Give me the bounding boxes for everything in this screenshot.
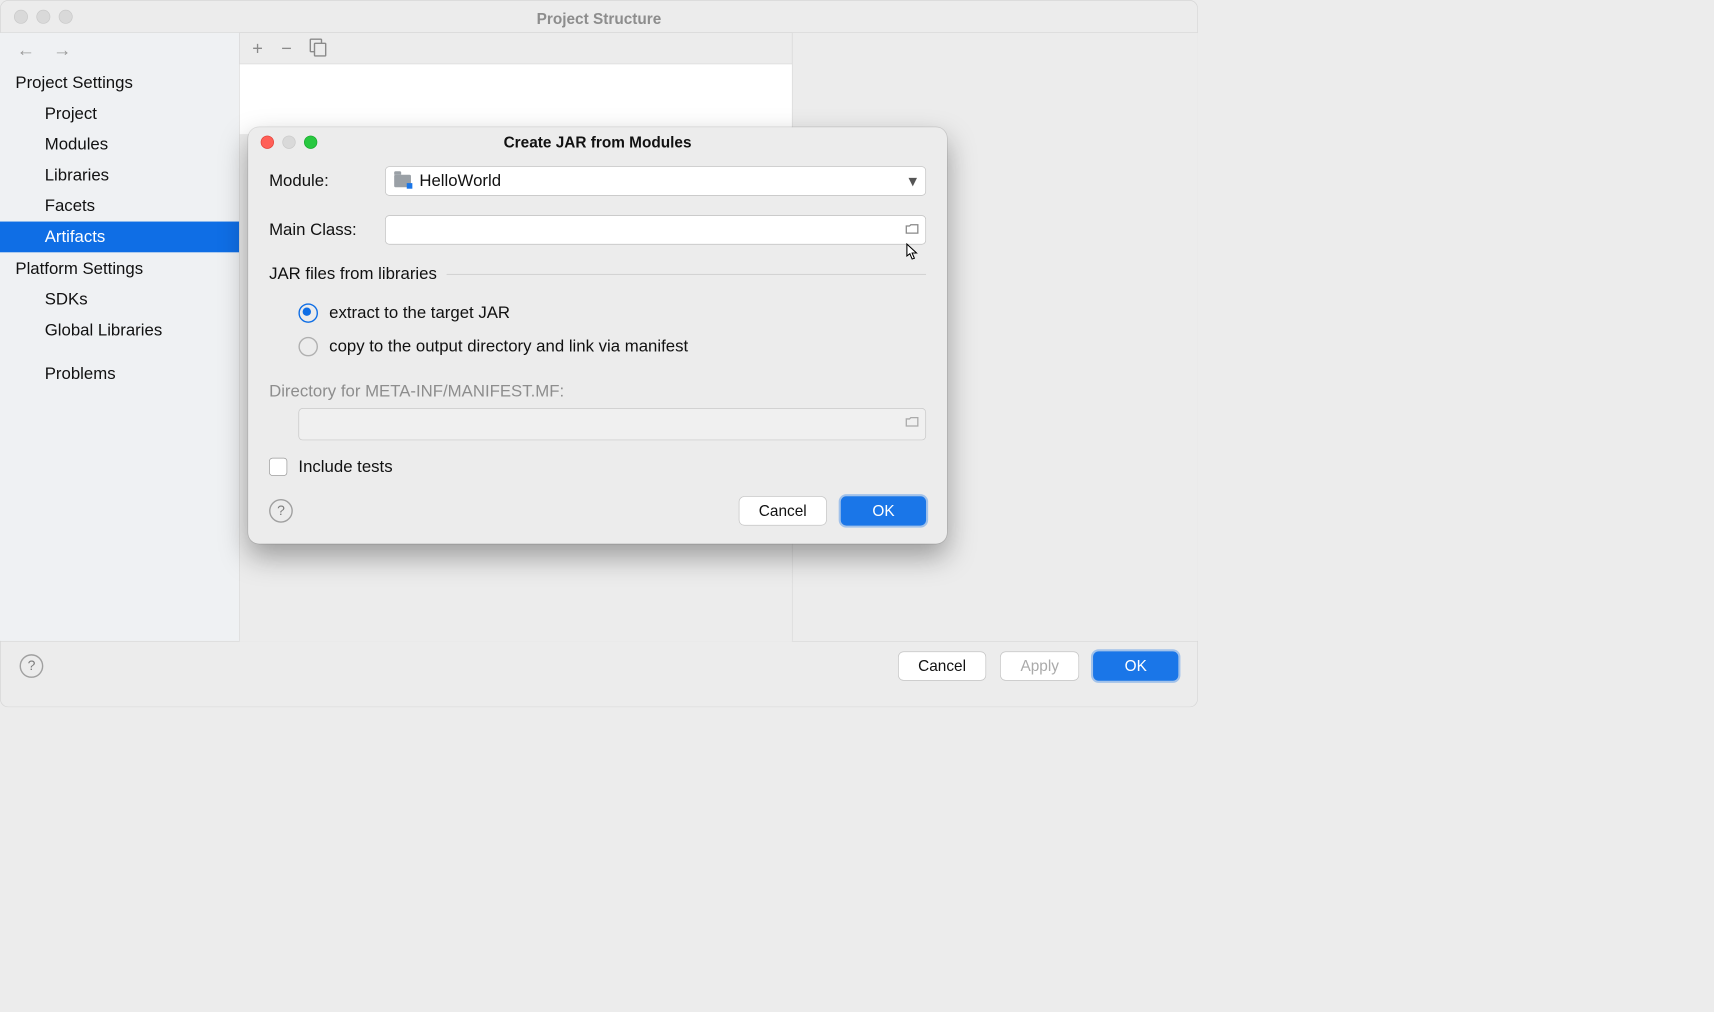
sidebar-group-project-settings: Project Settings [0,66,239,98]
close-icon[interactable] [14,10,28,24]
window-footer: ? Cancel Apply OK [0,642,1198,691]
window-title: Project Structure [0,4,1198,28]
radio-extract[interactable]: extract to the target JAR [269,296,926,330]
radio-label: extract to the target JAR [329,303,510,323]
sidebar-item-project[interactable]: Project [0,99,239,130]
project-structure-window: Project Structure ← → Project Settings P… [0,0,1198,707]
dialog-title: Create JAR from Modules [248,133,947,151]
main-class-label: Main Class: [269,220,385,240]
sidebar-item-artifacts[interactable]: Artifacts [0,222,239,253]
dialog-footer: ? Cancel OK [248,477,947,530]
include-tests-row[interactable]: Include tests [269,457,926,477]
forward-icon[interactable]: → [53,43,71,57]
add-icon[interactable]: + [252,37,263,59]
artifacts-toolbar: + − [240,33,792,64]
dialog-body: Module: HelloWorld ▾ Main Class: JAR fil… [248,158,947,477]
sidebar-item-sdks[interactable]: SDKs [0,284,239,315]
manifest-dir-label: Directory for META-INF/MANIFEST.MF: [269,382,926,402]
ok-button[interactable]: OK [1093,651,1178,680]
section-rule [447,274,926,275]
window-titlebar: Project Structure [0,0,1198,32]
manifest-dir-input [298,408,926,440]
close-icon[interactable] [261,136,274,149]
module-combobox[interactable]: HelloWorld ▾ [385,166,926,195]
sidebar-item-facets[interactable]: Facets [0,191,239,222]
artifacts-list [240,64,792,134]
sidebar-item-libraries[interactable]: Libraries [0,160,239,191]
sidebar-nav: ← → [0,37,239,66]
sidebar-group-platform-settings: Platform Settings [0,252,239,284]
copy-icon[interactable] [310,41,323,55]
minimize-icon [282,136,295,149]
browse-main-class-icon[interactable] [904,222,919,242]
jar-libraries-section: JAR files from libraries [269,264,926,284]
radio-label: copy to the output directory and link vi… [329,337,688,357]
main-class-row: Main Class: [269,215,926,244]
main-class-input[interactable] [385,215,926,244]
sidebar-item-problems[interactable]: Problems [0,359,239,390]
radio-icon [298,303,318,323]
create-jar-dialog: Create JAR from Modules Module: HelloWor… [248,127,947,544]
remove-icon[interactable]: − [281,37,292,59]
cancel-button[interactable]: Cancel [898,651,986,680]
browse-dir-icon[interactable] [904,414,919,433]
section-label: JAR files from libraries [269,264,437,284]
module-icon [394,175,411,188]
module-value: HelloWorld [419,171,501,191]
dialog-ok-button[interactable]: OK [841,496,926,525]
module-row: Module: HelloWorld ▾ [269,166,926,195]
back-icon[interactable]: ← [17,43,35,57]
radio-copy-link[interactable]: copy to the output directory and link vi… [269,330,926,364]
help-icon[interactable]: ? [20,654,44,678]
radio-icon [298,337,318,357]
sidebar: ← → Project Settings Project Modules Lib… [0,33,240,641]
window-traffic-lights [14,10,73,24]
sidebar-item-global-libraries[interactable]: Global Libraries [0,315,239,346]
apply-button[interactable]: Apply [1000,651,1079,680]
include-tests-label: Include tests [298,457,392,477]
maximize-icon[interactable] [59,10,73,24]
help-icon[interactable]: ? [269,499,293,523]
maximize-icon[interactable] [304,136,317,149]
chevron-down-icon: ▾ [909,171,917,191]
dialog-traffic-lights [261,136,318,149]
sidebar-item-modules[interactable]: Modules [0,129,239,160]
minimize-icon[interactable] [36,10,50,24]
checkbox-icon [269,458,287,476]
dialog-titlebar: Create JAR from Modules [248,127,947,158]
dialog-cancel-button[interactable]: Cancel [739,496,827,525]
module-label: Module: [269,171,385,191]
